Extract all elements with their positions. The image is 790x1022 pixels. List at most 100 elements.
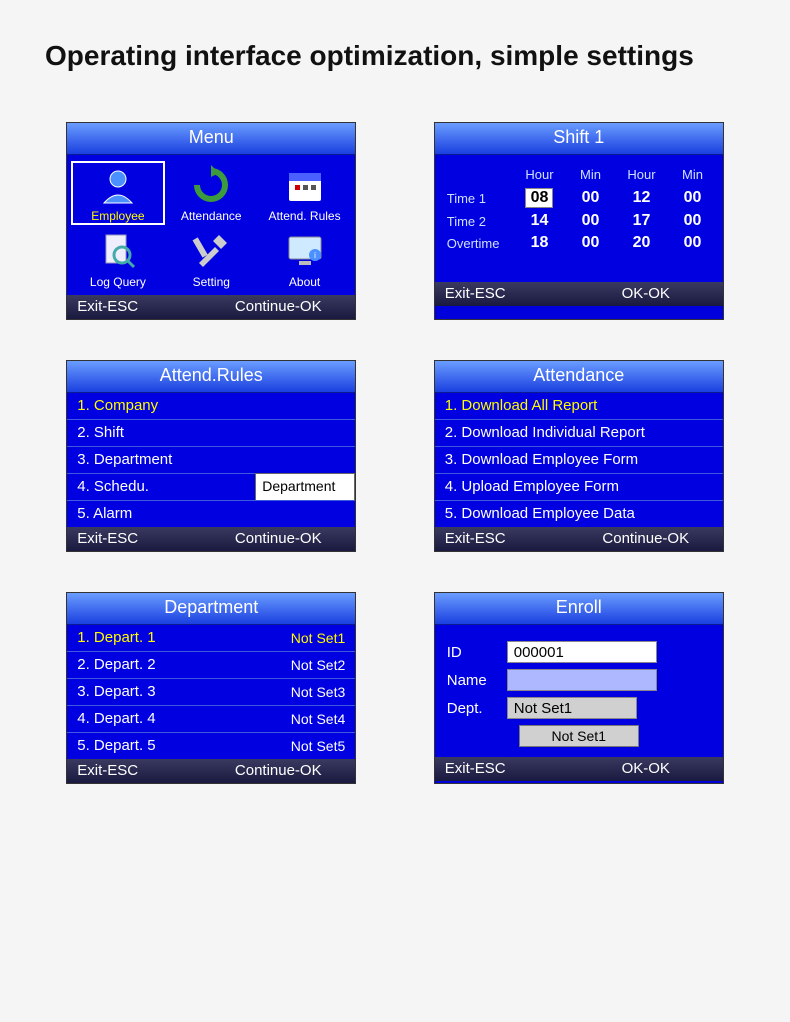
shift-cell[interactable]: 17 [613,210,670,232]
footer-exit[interactable]: Exit-ESC [77,298,211,315]
menu-title: Menu [67,123,355,155]
shift-cell[interactable]: 00 [568,210,613,232]
shift-footer: Exit-ESC OK-OK [435,282,723,306]
footer-ok[interactable]: OK-OK [579,760,713,777]
shift-row-label: Time 2 [443,210,511,232]
screen-shift: Shift 1 Hour Min Hour Min Time 108001200… [434,122,724,320]
list-item-label: 1. Depart. 1 [77,629,155,646]
menu-item-log-query[interactable]: Log Query [71,227,164,291]
list-item-label: 1. Company [77,397,158,414]
shift-cell[interactable]: 14 [511,210,568,232]
list-item[interactable]: 2. Download Individual Report [435,419,723,446]
screen-attendance: Attendance 1. Download All Report 2. Down… [434,360,724,552]
list-item[interactable]: 3. Depart. 3 Not Set3 [67,678,355,705]
tools-icon [189,229,233,273]
list-item[interactable]: 2. Depart. 2 Not Set2 [67,651,355,678]
list-item[interactable]: 5. Depart. 5 Not Set5 [67,732,355,759]
shift-cell[interactable]: 00 [568,232,613,254]
shift-row[interactable]: Overtime18002000 [443,232,715,254]
list-item-label: 1. Download All Report [445,397,598,414]
popup-tooltip: Department [255,473,355,501]
footer-exit[interactable]: Exit-ESC [445,760,579,777]
enroll-button[interactable]: Not Set1 [519,725,639,747]
list-item[interactable]: 2. Shift [67,419,355,446]
screen-enroll: Enroll ID 000001 Name Dept. Not Set1 Not… [434,592,724,784]
menu-item-attend-rules[interactable]: Attend. Rules [258,161,351,225]
shift-table: Hour Min Hour Min Time 108001200Time 214… [443,163,715,254]
rules-title: Attend.Rules [67,361,355,393]
shift-cell[interactable]: 00 [670,186,715,210]
list-item-value: Not Set2 [291,657,345,673]
search-doc-icon [96,229,140,273]
footer-exit[interactable]: Exit-ESC [445,285,579,302]
menu-item-attendance[interactable]: Attendance [165,161,258,225]
list-item-value: Not Set5 [291,738,345,754]
list-item-label: 5. Depart. 5 [77,737,155,754]
shift-row[interactable]: Time 214001700 [443,210,715,232]
cycle-icon [189,163,233,207]
menu-item-about[interactable]: i About [258,227,351,291]
menu-item-employee[interactable]: Employee [71,161,164,225]
list-item-label: 2. Shift [77,424,124,441]
footer-continue[interactable]: Continue-OK [211,762,345,779]
footer-ok[interactable]: OK-OK [579,285,713,302]
department-title: Department [67,593,355,625]
menu-label: Attendance [181,209,242,223]
shift-cell[interactable]: 00 [568,186,613,210]
menu-label: About [289,275,320,289]
list-item[interactable]: 3. Department [67,446,355,473]
shift-cell[interactable]: 12 [613,186,670,210]
col-hour: Hour [613,163,670,186]
list-item-value: Not Set1 [291,630,345,646]
footer-continue[interactable]: Continue-OK [211,298,345,315]
shift-cell[interactable]: 20 [613,232,670,254]
footer-continue[interactable]: Continue-OK [579,530,713,547]
footer-continue[interactable]: Continue-OK [211,530,345,547]
list-item-value: Not Set3 [291,684,345,700]
screen-department: Department 1. Depart. 1 Not Set1 2. Depart… [66,592,356,784]
calendar-icon [283,163,327,207]
monitor-icon: i [283,229,327,273]
menu-label: Attend. Rules [269,209,341,223]
list-item[interactable]: 5. Alarm [67,500,355,527]
list-item-label: 4. Schedu. [77,478,149,495]
shift-row-label: Overtime [443,232,511,254]
footer-exit[interactable]: Exit-ESC [445,530,579,547]
shift-cell[interactable]: 00 [670,232,715,254]
list-item-label: 3. Department [77,451,172,468]
list-item-label: 2. Depart. 2 [77,656,155,673]
enroll-title: Enroll [435,593,723,625]
screens-grid: Menu Employee Attendance Attend. Rules Log … [45,122,745,784]
shift-row[interactable]: Time 108001200 [443,186,715,210]
menu-label: Setting [193,275,230,289]
page-title: Operating interface optimization, simple… [45,40,745,72]
dept-field[interactable]: Not Set1 [507,697,637,719]
id-label: ID [447,644,507,661]
list-item-label: 3. Depart. 3 [77,683,155,700]
name-field[interactable] [507,669,657,691]
shift-cell[interactable]: 00 [670,210,715,232]
list-item-label: 5. Download Employee Data [445,505,635,522]
list-item[interactable]: 1. Depart. 1 Not Set1 [67,625,355,651]
list-item-label: 5. Alarm [77,505,132,522]
attendance-title: Attendance [435,361,723,393]
col-hour: Hour [511,163,568,186]
list-item[interactable]: 5. Download Employee Data [435,500,723,527]
list-item[interactable]: 3. Download Employee Form [435,446,723,473]
id-field[interactable]: 000001 [507,641,657,663]
list-item[interactable]: 4. Upload Employee Form [435,473,723,500]
col-min: Min [670,163,715,186]
list-item[interactable]: 4. Schedu. Department [67,473,355,500]
menu-item-setting[interactable]: Setting [165,227,258,291]
list-item[interactable]: 4. Depart. 4Not Set4 [67,705,355,732]
screen-menu: Menu Employee Attendance Attend. Rules Log … [66,122,356,320]
list-item[interactable]: 1. Company [67,393,355,419]
footer-exit[interactable]: Exit-ESC [77,530,211,547]
shift-row-label: Time 1 [443,186,511,210]
list-item-value: Not Set4 [291,711,345,727]
footer-exit[interactable]: Exit-ESC [77,762,211,779]
shift-cell[interactable]: 08 [511,186,568,210]
menu-label: Employee [91,209,144,223]
list-item[interactable]: 1. Download All Report [435,393,723,419]
shift-cell[interactable]: 18 [511,232,568,254]
